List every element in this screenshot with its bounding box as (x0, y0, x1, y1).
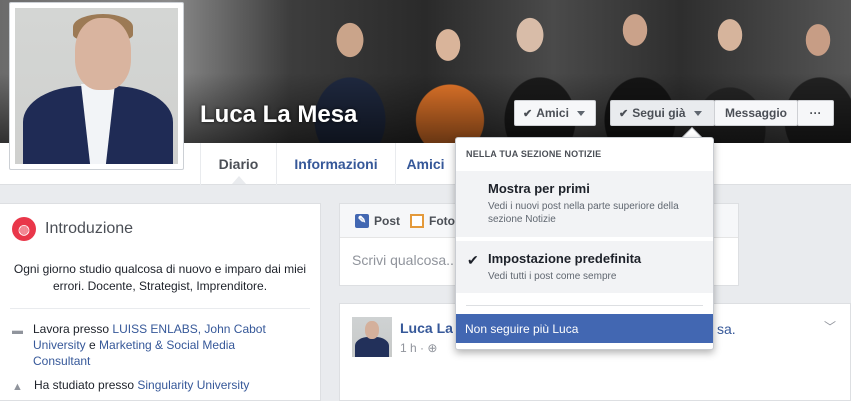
menu-divider (466, 305, 703, 306)
composer-tab-photo[interactable]: Foto (410, 213, 455, 228)
intro-card: ◍ Introduzione Ogni giorno studio qualco… (0, 203, 321, 401)
post-author-avatar[interactable] (352, 317, 392, 357)
profile-photo (15, 8, 178, 164)
friends-button[interactable]: ✔ Amici (514, 100, 596, 126)
study-link[interactable]: Singularity University (137, 378, 249, 392)
menu-item-default[interactable]: ✔ Impostazione predefinita Vedi tutti i … (456, 241, 713, 293)
pencil-icon: ✎ (355, 213, 369, 228)
intro-title: Introduzione (45, 220, 134, 237)
composer-tab-post[interactable]: ✎ Post (355, 213, 400, 228)
message-button[interactable]: Messaggio (714, 100, 798, 126)
tab-about[interactable]: Informazioni (277, 143, 396, 185)
public-globe-icon: ⊕ (427, 341, 438, 355)
tab-friends[interactable]: Amici (396, 143, 456, 185)
post-text-tail: sa. (717, 321, 736, 337)
active-tab-pointer (232, 176, 246, 184)
photo-icon (410, 213, 425, 228)
intro-bio: Ogni giorno studio qualcosa di nuovo e i… (13, 262, 307, 293)
post-timestamp[interactable]: 1 h · ⊕ (400, 341, 437, 355)
chevron-down-icon[interactable]: ﹀ (824, 318, 836, 335)
menu-header: NELLA TUA SEZIONE NOTIZIE (466, 149, 602, 159)
study-info: ▲ Ha studiato presso Singularity Univers… (12, 378, 250, 393)
profile-name[interactable]: Luca La Mesa (200, 101, 357, 129)
following-button-label: Segui già (632, 106, 686, 120)
work-info: ▬ Lavora presso LUISS ENLABS, John Cabot… (12, 322, 266, 368)
profile-picture[interactable] (9, 2, 184, 170)
checkmark-icon: ✔ (467, 252, 479, 268)
more-options-button[interactable]: ··· (797, 100, 834, 126)
briefcase-icon: ▬ (12, 325, 23, 337)
intro-header: ◍ Introduzione (12, 217, 133, 241)
friends-button-label: Amici (536, 106, 569, 120)
post-author-name[interactable]: Luca La (400, 320, 453, 336)
menu-item-unfollow[interactable]: Non seguire più Luca (456, 314, 713, 343)
caret-down-icon (576, 110, 585, 116)
graduation-cap-icon: ▲ (12, 381, 23, 393)
divider (10, 308, 310, 309)
check-icon: ✔ (619, 107, 629, 120)
caret-down-icon (693, 110, 702, 116)
following-button[interactable]: ✔ Segui già (610, 100, 715, 126)
follow-settings-menu: NELLA TUA SEZIONE NOTIZIE Mostra per pri… (455, 137, 714, 350)
menu-item-see-first[interactable]: Mostra per primi Vedi i nuovi post nella… (456, 171, 713, 237)
composer-input[interactable]: Scrivi qualcosa... (352, 252, 458, 268)
check-icon: ✔ (523, 107, 533, 120)
globe-icon: ◍ (12, 217, 36, 241)
